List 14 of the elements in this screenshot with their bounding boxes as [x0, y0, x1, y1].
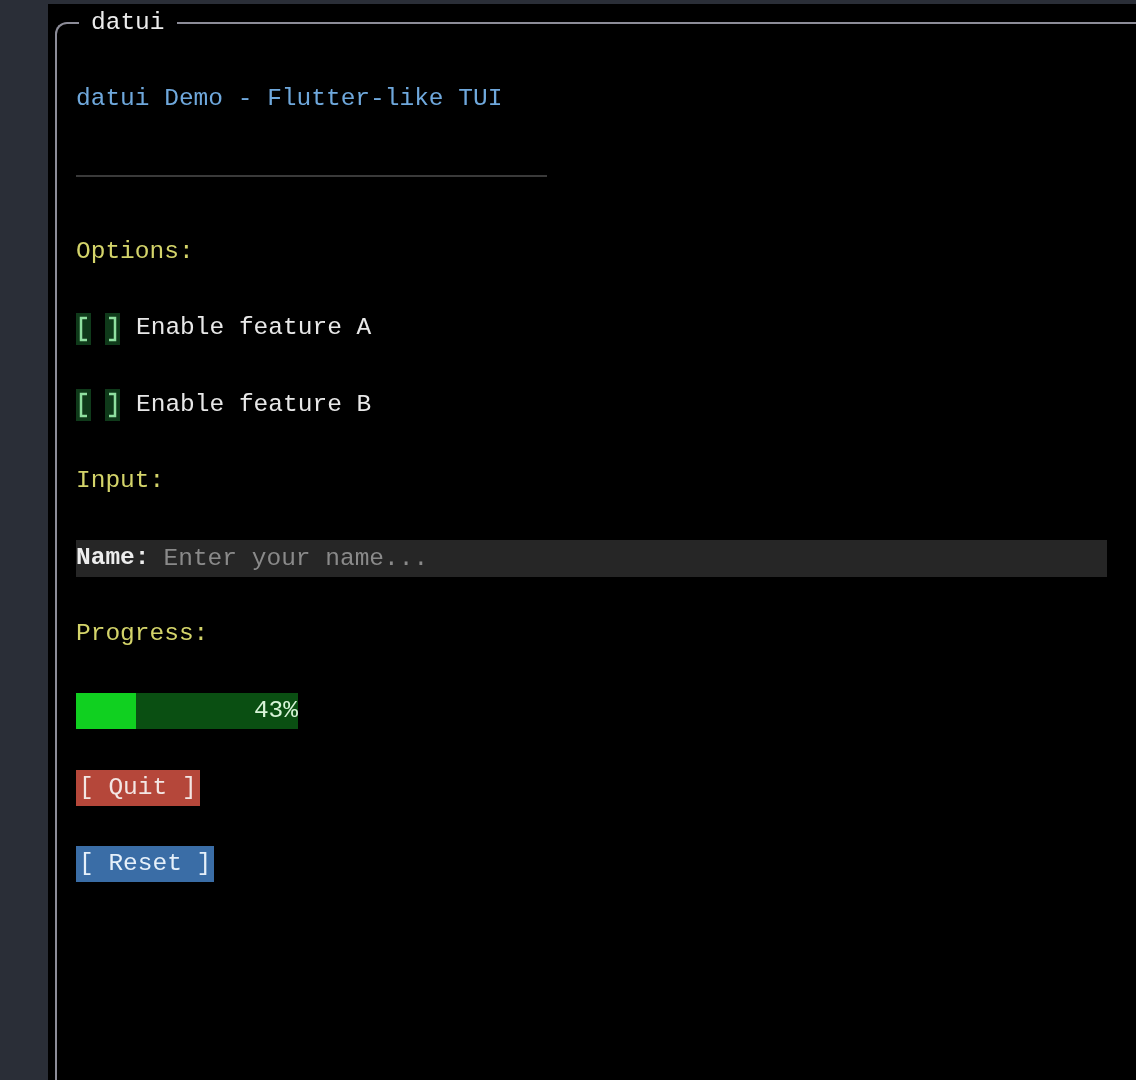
reset-button[interactable]: [ Reset ] — [76, 846, 215, 883]
app-title: datui Demo - Flutter-like TUI — [76, 83, 503, 114]
quit-button[interactable]: [ Quit ] — [76, 769, 200, 806]
name-input-field[interactable]: Name: Enter your name... — [76, 539, 1107, 577]
section-label: Progress: — [76, 619, 209, 650]
field-label: Name: — [76, 542, 151, 573]
checkbox-label[interactable]: Enable feature A — [136, 310, 372, 347]
text-input[interactable]: Enter your name... — [163, 539, 1107, 577]
section-label: Input: — [76, 466, 165, 497]
checkbox-icon[interactable] — [76, 312, 120, 345]
checkbox-label[interactable]: Enable feature B — [136, 386, 372, 424]
section-label: Options: — [76, 236, 194, 267]
progress-reading: 43% — [253, 696, 298, 727]
checkbox-icon[interactable] — [76, 389, 120, 422]
